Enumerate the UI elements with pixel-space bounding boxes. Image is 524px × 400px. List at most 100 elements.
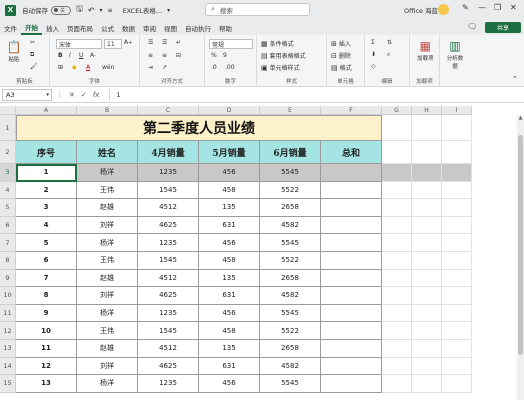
row-index-cell[interactable]: 2	[16, 181, 77, 200]
empty-cell[interactable]	[382, 269, 412, 288]
row-index-cell[interactable]: 8	[16, 287, 77, 305]
empty-cell[interactable]	[442, 199, 472, 217]
row-header-2[interactable]: 2	[0, 141, 16, 164]
paste-button[interactable]: 📋 粘贴	[6, 39, 22, 63]
data-cell[interactable]: 杨洋	[77, 304, 138, 323]
empty-cell[interactable]	[412, 234, 442, 252]
user-name[interactable]: Office 海蓝	[404, 5, 438, 15]
row-header-8[interactable]: 8	[0, 252, 16, 270]
fill-icon[interactable]: ⬇	[371, 51, 376, 58]
data-cell[interactable]: 刘祥	[77, 216, 138, 235]
scroll-up-icon[interactable]: ▲	[517, 115, 524, 121]
column-header-d[interactable]: D	[199, 106, 260, 115]
empty-cell[interactable]	[412, 322, 442, 340]
empty-cell[interactable]	[442, 141, 472, 164]
empty-cell[interactable]	[382, 216, 412, 235]
tab-review[interactable]: 审阅	[139, 20, 160, 35]
empty-cell[interactable]	[382, 252, 412, 270]
data-cell[interactable]: 456	[199, 164, 260, 182]
empty-cell[interactable]	[382, 304, 412, 323]
empty-cell[interactable]	[382, 115, 412, 141]
header-cell[interactable]: 总和	[321, 141, 382, 164]
align-top-icon[interactable]: ☰	[148, 39, 153, 46]
column-header-b[interactable]: B	[77, 106, 138, 115]
empty-cell[interactable]	[442, 340, 472, 358]
align-center-icon[interactable]: ≡	[162, 52, 167, 59]
delete-button[interactable]: ⊟ 删除	[331, 51, 351, 61]
data-cell[interactable]: 王伟	[77, 252, 138, 270]
data-cell[interactable]	[321, 199, 382, 217]
data-cell[interactable]: 赵雄	[77, 269, 138, 288]
shrink-font-icon[interactable]: A-	[90, 52, 96, 59]
column-header-e[interactable]: E	[260, 106, 321, 115]
column-header-f[interactable]: F	[321, 106, 382, 115]
cancel-icon[interactable]: ✕	[69, 91, 75, 99]
data-cell[interactable]: 456	[199, 375, 260, 393]
select-all-corner[interactable]	[0, 106, 16, 115]
empty-cell[interactable]	[382, 199, 412, 217]
data-cell[interactable]: 4582	[260, 216, 321, 235]
column-header-c[interactable]: C	[138, 106, 199, 115]
data-cell[interactable]: 5522	[260, 181, 321, 200]
data-cell[interactable]: 1545	[138, 252, 199, 270]
data-cell[interactable]: 4625	[138, 216, 199, 235]
row-index-cell[interactable]: 1	[16, 164, 77, 182]
empty-cell[interactable]	[442, 322, 472, 340]
empty-cell[interactable]	[382, 287, 412, 305]
tab-help[interactable]: 帮助	[215, 20, 236, 35]
row-index-cell[interactable]: 6	[16, 252, 77, 270]
data-cell[interactable]: 杨洋	[77, 234, 138, 252]
data-cell[interactable]: 458	[199, 322, 260, 340]
data-cell[interactable]	[321, 252, 382, 270]
data-cell[interactable]: 631	[199, 357, 260, 376]
empty-cell[interactable]	[412, 141, 442, 164]
row-index-cell[interactable]: 5	[16, 234, 77, 252]
data-cell[interactable]	[321, 357, 382, 376]
data-cell[interactable]	[321, 269, 382, 288]
data-cell[interactable]: 631	[199, 287, 260, 305]
row-header-15[interactable]: 15	[0, 375, 16, 393]
row-header-6[interactable]: 6	[0, 216, 16, 235]
data-cell[interactable]: 1235	[138, 164, 199, 182]
empty-cell[interactable]	[442, 115, 472, 141]
font-name-select[interactable]: 宋体	[56, 39, 102, 49]
empty-cell[interactable]	[412, 357, 442, 376]
data-cell[interactable]: 5522	[260, 252, 321, 270]
save-icon[interactable]: 🖫	[76, 3, 83, 17]
data-cell[interactable]: 5545	[260, 375, 321, 393]
empty-cell[interactable]	[382, 141, 412, 164]
cut-icon[interactable]: ✂	[30, 39, 35, 46]
data-cell[interactable]: 135	[199, 340, 260, 358]
vertical-scrollbar[interactable]: ▲	[517, 115, 524, 400]
empty-cell[interactable]	[382, 375, 412, 393]
row-header-1[interactable]: 1	[0, 115, 16, 141]
empty-cell[interactable]	[412, 199, 442, 217]
grow-font-icon[interactable]: A +	[124, 39, 132, 46]
format-button[interactable]: ▤ 格式	[331, 63, 352, 73]
column-header-h[interactable]: H	[412, 106, 442, 115]
data-cell[interactable]: 4582	[260, 357, 321, 376]
empty-cell[interactable]	[442, 357, 472, 376]
row-header-12[interactable]: 12	[0, 322, 16, 340]
share-button[interactable]: 共享	[485, 22, 521, 33]
search-box[interactable]: ⌕ 搜索	[205, 3, 310, 16]
empty-cell[interactable]	[412, 269, 442, 288]
merge-icon[interactable]: ⊟	[176, 52, 181, 59]
data-cell[interactable]: 王伟	[77, 181, 138, 200]
orientation-icon[interactable]: ↗	[162, 64, 167, 71]
empty-cell[interactable]	[382, 234, 412, 252]
file-name[interactable]: EXCEL表格...	[123, 5, 163, 15]
data-cell[interactable]: 5545	[260, 164, 321, 182]
indent-icon[interactable]: ⇥	[148, 64, 153, 71]
data-cell[interactable]: 135	[199, 269, 260, 288]
data-cell[interactable]: 2658	[260, 269, 321, 288]
close-button[interactable]: ✕	[510, 3, 517, 12]
column-header-a[interactable]: A	[16, 106, 77, 115]
empty-cell[interactable]	[412, 340, 442, 358]
tab-file[interactable]: 文件	[0, 20, 21, 35]
row-index-cell[interactable]: 12	[16, 357, 77, 376]
clear-icon[interactable]: ◇	[371, 63, 376, 70]
data-cell[interactable]: 4625	[138, 287, 199, 305]
more-options-icon[interactable]: ⋮	[56, 91, 63, 99]
empty-cell[interactable]	[412, 252, 442, 270]
